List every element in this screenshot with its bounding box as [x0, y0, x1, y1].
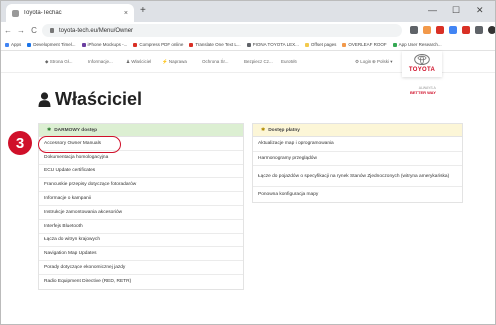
left-panel-link[interactable]: Interfejs Bluetooth: [39, 220, 243, 234]
address-bar: ← → C toyota-tech.eu/Menu/Owner: [0, 22, 496, 39]
left-panel-link[interactable]: Łącza do witryn krajowych: [39, 234, 243, 248]
bookmark-label: PIONA TOYOTA LEX...: [252, 42, 299, 47]
bookmark-item[interactable]: PIONA TOYOTA LEX...: [246, 42, 299, 47]
paid-access-panel: ✱ Dostęp płatny Aktualizacje map i oprog…: [252, 123, 463, 203]
site-nav-item[interactable]: Ochrona Śr...: [202, 59, 229, 64]
left-panel-link[interactable]: Instrukcje zamontowania akcesoriów: [39, 206, 243, 220]
url-field[interactable]: toyota-tech.eu/Menu/Owner: [42, 24, 402, 37]
coin-icon: ✱: [261, 127, 266, 133]
extension-icon[interactable]: [410, 26, 418, 34]
site-nav-item[interactable]: Bezpiecz Cz...: [244, 59, 273, 64]
browser-tab[interactable]: Toyota-Techac ×: [6, 4, 134, 22]
bookmark-label: Development Timel...: [33, 42, 76, 47]
bookmark-label: Offset pages: [310, 42, 337, 47]
bookmark-label: OVERLEAF ROOF: [348, 42, 387, 47]
extension-icon[interactable]: [436, 26, 444, 34]
site-nav-item[interactable]: ⊕ Polski ▾: [372, 59, 393, 65]
left-panel-link[interactable]: Francuskie przepisy dotyczące fotoradaró…: [39, 178, 243, 193]
site-nav-item[interactable]: ◆ Strona Gł...: [45, 59, 72, 65]
star-icon[interactable]: [423, 26, 431, 34]
bookmark-icon: [342, 42, 347, 47]
forward-icon[interactable]: →: [16, 26, 26, 35]
free-access-header-text: DARMOWY dostęp: [54, 127, 98, 133]
tagline: ALWAYS A BETTER WAY: [410, 86, 436, 95]
bookmark-label: Translate One Text L...: [195, 42, 241, 47]
paid-access-header: ✱ Dostęp płatny: [253, 124, 462, 137]
bookmark-icon: [304, 42, 309, 47]
bookmark-icon: [81, 42, 86, 47]
bookmark-icon: [5, 42, 9, 47]
logo-text: TOYOTA: [408, 67, 436, 73]
right-panel-link[interactable]: Harmonogramy przeglądów: [253, 152, 462, 166]
bookmark-item[interactable]: OVERLEAF ROOF: [342, 42, 387, 47]
bookmark-icon: [133, 42, 138, 47]
avatar[interactable]: [488, 26, 496, 34]
left-panel-link[interactable]: ECU Update certificates: [39, 165, 243, 179]
tab-close-icon[interactable]: ×: [124, 10, 128, 17]
browser-titlebar: Toyota-Techac × + — ☐ ✕: [0, 0, 496, 22]
left-panel-link[interactable]: Radio Equipment Directive (RED, RETR): [39, 275, 243, 289]
site-nav-item[interactable]: ♟ Właściciel: [126, 59, 151, 65]
left-panel-link[interactable]: Navigation Map Updates: [39, 247, 243, 262]
tagline-line2: BETTER WAY: [410, 90, 436, 95]
extension-icon[interactable]: [449, 26, 457, 34]
back-icon[interactable]: ←: [3, 26, 13, 35]
extensions-area: [410, 26, 496, 34]
lock-icon: [50, 28, 54, 33]
bookmark-label: Apps: [11, 42, 22, 47]
site-nav-item[interactable]: Informacje...: [88, 59, 113, 64]
page-title-text: Właściciel: [55, 89, 143, 109]
bookmark-item[interactable]: Translate One Text L...: [189, 42, 241, 47]
right-panel-link[interactable]: Łącze do pojazdów o specyfikacji na ryne…: [253, 166, 462, 187]
site-nav-item[interactable]: ⚡ Naprawa: [162, 59, 187, 65]
bookmark-icon: [246, 42, 251, 47]
close-window-button[interactable]: ✕: [476, 4, 484, 16]
right-panel-link[interactable]: Ponowna konfiguracja mapy: [253, 187, 462, 202]
site-nav-item[interactable]: Euro5/6: [281, 59, 297, 64]
toyota-logo[interactable]: TOYOTA: [402, 51, 442, 77]
bookmark-item[interactable]: Compress PDF online: [133, 42, 183, 47]
bookmark-icon: [392, 42, 397, 47]
paid-access-list: Aktualizacje map i oprogramowania Harmono…: [253, 137, 462, 202]
step-badge: 3: [8, 131, 32, 155]
bookmark-item[interactable]: Development Timel...: [27, 42, 76, 47]
left-panel-link[interactable]: Informacje o kampanii: [39, 192, 243, 206]
url-text: toyota-tech.eu/Menu/Owner: [59, 27, 134, 34]
toyota-emblem-icon: [414, 54, 430, 65]
bookmark-item[interactable]: Apps: [5, 42, 21, 47]
bookmark-icon: [189, 42, 194, 47]
right-panel-link[interactable]: Aktualizacje map i oprogramowania: [253, 137, 462, 152]
user-icon: [38, 92, 51, 107]
check-icon: ✱: [47, 127, 52, 133]
paid-access-header-text: Dostęp płatny: [268, 127, 300, 133]
maximize-button[interactable]: ☐: [452, 4, 460, 16]
bookmark-item[interactable]: Offset pages: [304, 42, 337, 47]
bookmarks-bar: Apps Development Timel... iPhone Mockups -…: [0, 39, 496, 51]
minimize-button[interactable]: —: [428, 4, 437, 16]
bookmark-label: Compress PDF online: [139, 42, 184, 47]
tab-title: Toyota-Techac: [23, 10, 62, 16]
tab-favicon-icon: [12, 9, 19, 17]
reload-icon[interactable]: C: [29, 26, 39, 35]
highlight-annotation: [38, 136, 121, 153]
site-nav-item[interactable]: ⚙ Login: [355, 59, 371, 65]
page-title: Właściciel: [38, 89, 142, 110]
extension-icon[interactable]: [462, 26, 470, 34]
bookmark-label: iPhone Mockups -...: [87, 42, 128, 47]
bookmark-item[interactable]: App User Research...: [392, 42, 442, 47]
bookmark-item[interactable]: iPhone Mockups -...: [81, 42, 128, 47]
bookmark-icon: [27, 42, 32, 47]
left-panel-link[interactable]: Porady dotyczące ekonomicznej jazdy: [39, 261, 243, 275]
puzzle-icon[interactable]: [475, 26, 483, 34]
free-access-list: Accessory Owner Manuals Dokumentacja homo…: [39, 137, 243, 289]
new-tab-button[interactable]: +: [140, 5, 146, 17]
bookmark-label: App User Research...: [398, 42, 442, 47]
